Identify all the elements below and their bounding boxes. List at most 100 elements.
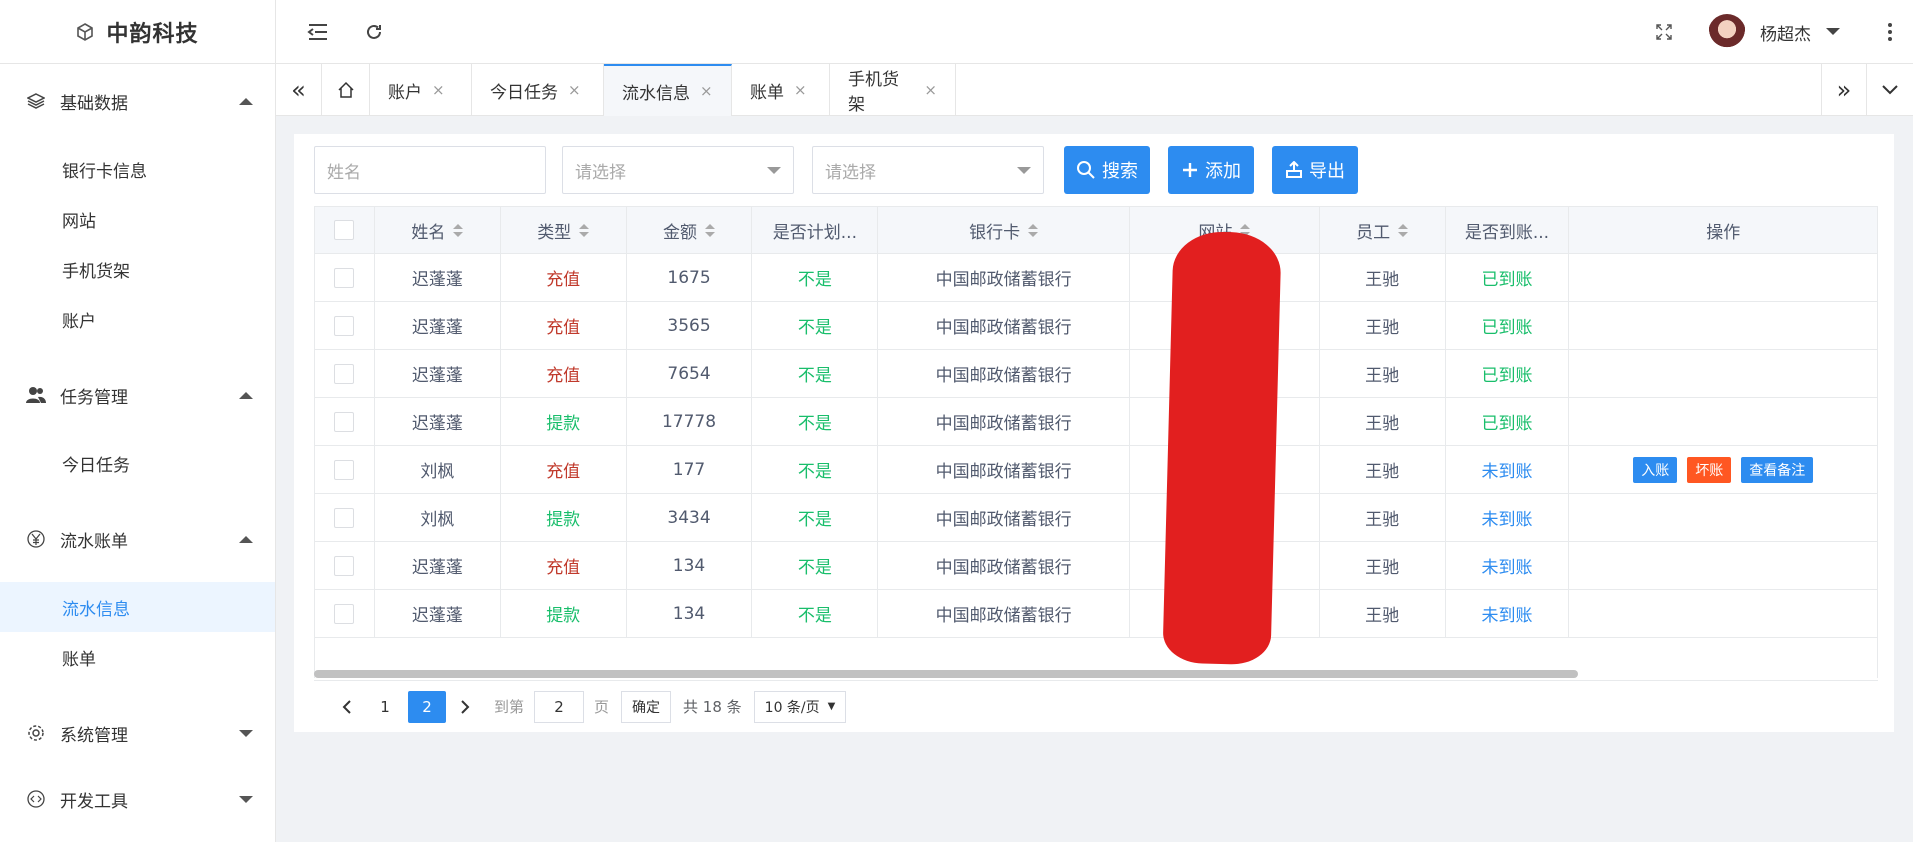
column-header-label: 是否计划... [772,222,857,243]
code-icon [26,789,46,809]
name-search-input[interactable]: 姓名 [314,146,546,194]
page-size-select[interactable]: 10 条/页 ▼ [753,690,847,723]
user-name[interactable]: 杨超杰 [1760,20,1811,45]
users-icon [26,385,46,405]
column-header[interactable]: 类型 [501,207,627,253]
row-checkbox-cell [315,446,375,493]
close-icon[interactable]: × [568,81,581,99]
sidebar-group-label: 系统管理 [60,725,128,746]
add-button[interactable]: 添加 [1168,146,1254,194]
more-vertical-icon[interactable] [1876,18,1904,46]
sidebar-submenu: 流水信息 账单 [0,572,275,682]
chevron-down-icon[interactable] [1826,28,1840,35]
select-all-checkbox[interactable] [334,220,355,240]
cell-bank: 中国邮政储蓄银行 [878,398,1130,445]
sidebar-group-header[interactable]: 开发工具 [0,766,275,832]
column-header: 操作 [1569,207,1877,253]
cell-name: 迟蓬蓬 [375,398,501,445]
refresh-icon[interactable] [360,18,388,46]
tabs-scroll-right-icon[interactable]: » [1821,64,1867,116]
export-button[interactable]: 导出 [1272,146,1358,194]
cell-amount: 7654 [627,350,753,397]
view-notes-button[interactable]: 查看备注 [1741,456,1814,483]
pagination: 12 到第 2 页 确定 共 18 条 10 条/页 ▼ [314,680,1878,732]
cell-name: 迟蓬蓬 [375,302,501,349]
scrollbar-thumb[interactable] [314,670,1578,678]
sidebar-item[interactable]: 网站 [0,194,275,244]
sidebar-group-header[interactable]: 系统管理 [0,700,275,766]
sidebar-item[interactable]: 账单 [0,632,275,682]
horizontal-scrollbar[interactable] [314,670,1878,680]
home-tab[interactable] [322,64,370,116]
sort-icon[interactable] [453,223,464,237]
tab-item[interactable]: 手机货架 × [830,64,956,116]
goto-page-input[interactable]: 2 [534,690,585,723]
sidebar: 中韵科技 基础数据 银行卡信息 网站 手机货架 账户 任务管理 今日任务 流水账单 流水信息 账单… [0,0,276,842]
tab-item[interactable]: 流水信息 × [604,64,732,116]
column-header[interactable]: 员工 [1320,207,1446,253]
status-select[interactable]: 请选择 [812,146,1044,194]
row-checkbox-cell [315,254,375,301]
tabs-dropdown-icon[interactable] [1867,64,1913,116]
sidebar-group-header[interactable]: 基础数据 [0,68,275,134]
page-number[interactable]: 2 [408,690,446,723]
row-checkbox[interactable] [334,459,355,480]
close-icon[interactable]: × [794,81,807,99]
row-checkbox[interactable] [334,603,355,624]
cell-arrived: 已到账 [1446,302,1570,349]
mark-arrived-button[interactable]: 入账 [1633,456,1678,483]
row-checkbox[interactable] [334,267,355,288]
sort-icon[interactable] [705,223,716,237]
cell-name: 迟蓬蓬 [375,254,501,301]
redaction-mark [1162,230,1282,666]
tab-item[interactable]: 今日任务 × [472,64,604,116]
tabs-scroll-left-icon[interactable]: « [276,64,322,116]
column-header[interactable]: 姓名 [375,207,501,253]
avatar[interactable] [1708,14,1746,52]
sidebar-group-1: 任务管理 今日任务 [0,362,275,488]
sidebar-group-header[interactable]: 流水账单 [0,506,275,572]
close-icon[interactable]: × [432,81,445,99]
cell-arrived: 未到账 [1446,446,1570,493]
chevron-down-icon [239,795,253,803]
row-checkbox[interactable] [334,555,355,576]
table-row: 刘枫 提款 3434 不是 中国邮政储蓄银行 王驰 未到账 [314,494,1878,542]
type-select[interactable]: 请选择 [562,146,794,194]
fullscreen-icon[interactable] [1650,18,1678,46]
bad-debt-button[interactable]: 坏账 [1687,456,1732,483]
search-button[interactable]: 搜索 [1064,146,1150,194]
cell-arrived: 未到账 [1446,494,1570,541]
sidebar-item[interactable]: 手机货架 [0,244,275,294]
column-header: 是否到账... [1446,207,1570,253]
sidebar-item[interactable]: 今日任务 [0,438,275,488]
close-icon[interactable]: × [700,82,713,100]
sidebar-group-header[interactable]: 任务管理 [0,362,275,428]
cell-arrived: 已到账 [1446,398,1570,445]
cell-actions [1569,494,1877,541]
row-checkbox[interactable] [334,411,355,432]
goto-confirm-button[interactable]: 确定 [621,690,672,723]
close-icon[interactable]: × [924,81,937,99]
sidebar-item[interactable]: 流水信息 [0,582,275,632]
page-number[interactable]: 1 [366,691,404,723]
sort-icon[interactable] [1028,223,1039,237]
column-header[interactable]: 金额 [627,207,753,253]
sidebar-item[interactable]: 银行卡信息 [0,144,275,194]
next-page-icon[interactable] [446,691,484,723]
top-header: 杨超杰 [276,0,1913,64]
menu-collapse-icon[interactable] [304,18,332,46]
cell-type: 提款 [501,398,627,445]
column-header[interactable]: 银行卡 [878,207,1130,253]
sort-icon[interactable] [579,223,590,237]
row-checkbox[interactable] [334,315,355,336]
row-checkbox[interactable] [334,363,355,384]
sort-icon[interactable] [1398,223,1409,237]
prev-page-icon[interactable] [328,691,366,723]
cell-name: 刘枫 [375,494,501,541]
tab-item[interactable]: 账单 × [732,64,830,116]
tab-item[interactable]: 账户 × [370,64,472,116]
sidebar-item[interactable]: 账户 [0,294,275,344]
cell-type: 充值 [501,350,627,397]
row-checkbox[interactable] [334,507,355,528]
column-header-label: 金额 [663,222,698,243]
